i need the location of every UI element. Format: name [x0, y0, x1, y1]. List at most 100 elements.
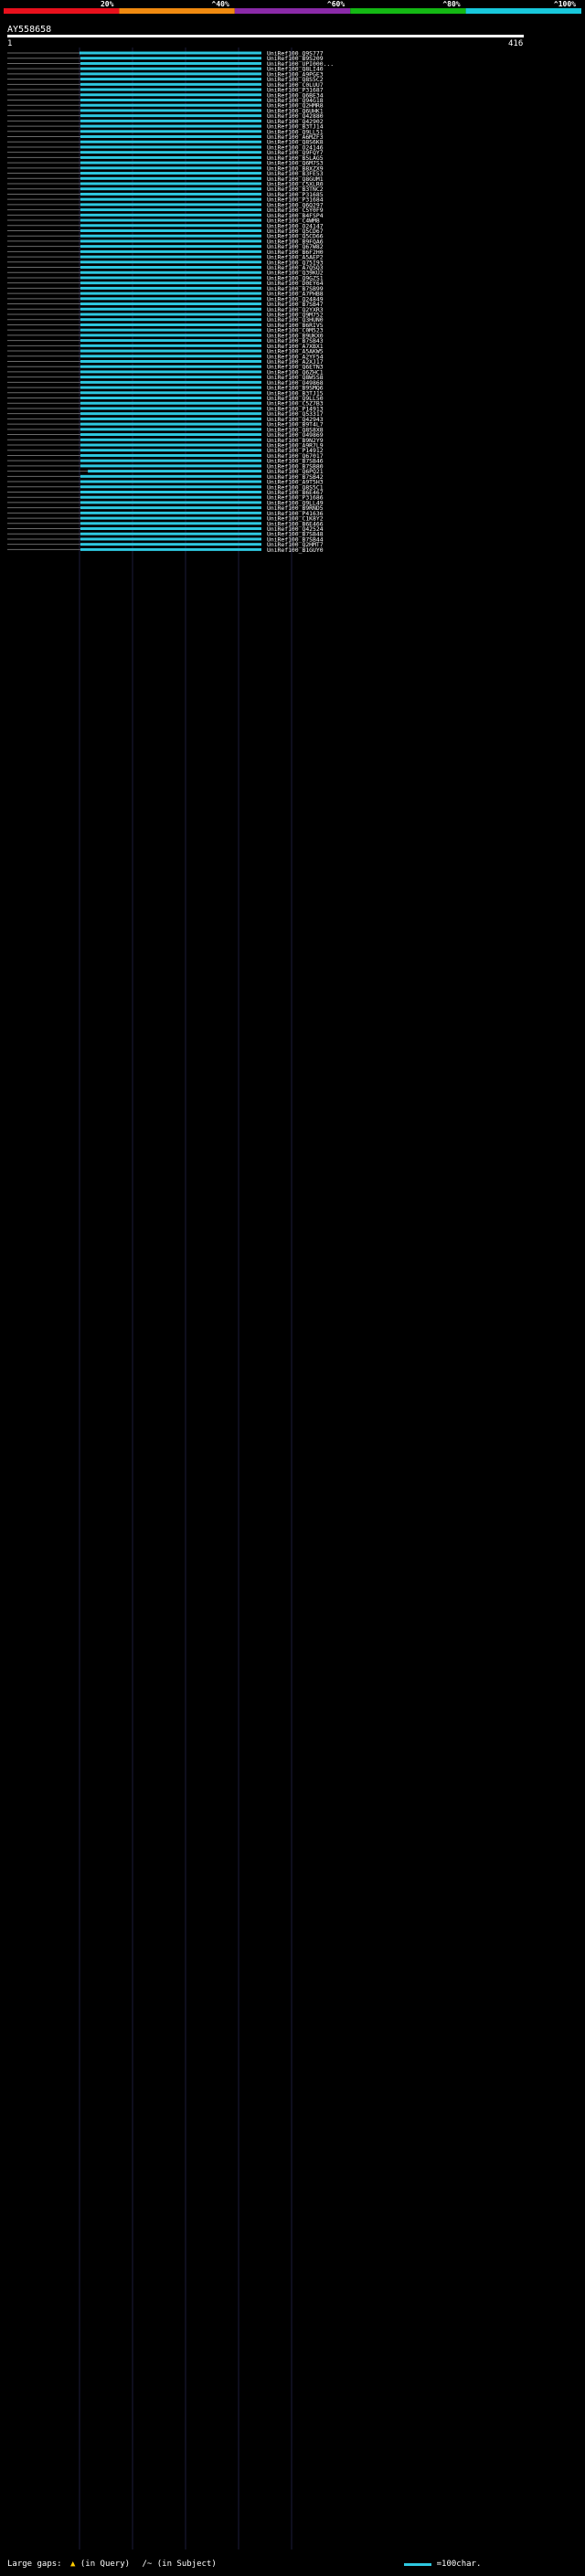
hit-bar[interactable] — [80, 428, 261, 431]
hit-bar[interactable] — [80, 166, 261, 170]
hit-bar[interactable] — [80, 276, 261, 280]
hit-bar[interactable] — [80, 349, 261, 353]
hit-bar[interactable] — [80, 532, 261, 535]
hit-bar[interactable] — [80, 412, 261, 416]
hit-bar[interactable] — [80, 449, 261, 452]
hit-bar[interactable] — [80, 547, 261, 551]
hit-bar[interactable] — [80, 281, 261, 285]
hit-bar[interactable] — [80, 208, 261, 212]
hit-bar[interactable] — [80, 203, 261, 207]
hit-bar[interactable] — [80, 459, 261, 462]
hit-bar[interactable] — [80, 313, 261, 316]
hit-bar[interactable] — [80, 213, 261, 217]
hit-bar[interactable] — [80, 474, 261, 478]
hit-bar[interactable] — [80, 464, 261, 468]
hit-bar[interactable] — [80, 501, 261, 504]
hit-bar[interactable] — [80, 140, 261, 143]
hit-bar[interactable] — [80, 370, 261, 374]
hit-bar[interactable] — [80, 527, 261, 531]
hit-bar[interactable] — [80, 130, 261, 133]
hit-bar[interactable] — [80, 187, 261, 191]
hit-bar[interactable] — [80, 380, 261, 384]
hit-bar[interactable] — [80, 161, 261, 164]
hit-bar[interactable] — [80, 543, 261, 546]
hit-bar[interactable] — [80, 245, 261, 249]
hit-bar[interactable] — [80, 176, 261, 180]
hit-bar[interactable] — [80, 292, 261, 295]
hit-bar[interactable] — [80, 359, 261, 363]
hit-bar[interactable] — [80, 334, 261, 337]
hit-bar[interactable] — [80, 506, 261, 510]
hit-bar[interactable] — [80, 302, 261, 306]
hit-bar[interactable] — [80, 145, 261, 149]
hit-bar[interactable] — [80, 249, 261, 253]
hit-bar[interactable] — [80, 51, 261, 55]
hit-bar[interactable] — [80, 192, 261, 196]
hit-bar[interactable] — [80, 386, 261, 389]
hit-bar[interactable] — [80, 422, 261, 426]
hit-bar[interactable] — [80, 438, 261, 441]
hit-bar[interactable] — [80, 485, 261, 489]
hit-bar[interactable] — [80, 286, 261, 290]
hit-bar[interactable] — [80, 124, 261, 128]
hit-bar[interactable] — [80, 98, 261, 101]
hit-bar[interactable] — [80, 339, 261, 343]
hit-bar[interactable] — [80, 522, 261, 525]
hit-bar[interactable] — [80, 270, 261, 274]
hit-bar[interactable] — [80, 239, 261, 243]
hit-bar[interactable] — [80, 67, 261, 70]
hit-bar[interactable] — [80, 109, 261, 112]
hit-bar[interactable] — [80, 266, 261, 270]
hit-bar[interactable] — [80, 495, 261, 499]
hit-bar[interactable] — [80, 155, 261, 159]
hit-bar[interactable] — [80, 228, 261, 232]
hit-bar[interactable] — [80, 516, 261, 520]
hit-bar[interactable] — [80, 72, 261, 76]
hit-bar[interactable] — [80, 537, 261, 541]
hit-bar[interactable] — [80, 328, 261, 332]
hit-bar[interactable] — [80, 417, 261, 420]
hit-bar[interactable] — [80, 218, 261, 222]
hit-bar[interactable] — [80, 61, 261, 65]
hit-bar[interactable] — [80, 197, 261, 201]
hit-bar[interactable] — [80, 224, 261, 228]
hit-bar[interactable] — [88, 470, 261, 473]
hit-bar[interactable] — [80, 82, 261, 86]
hit-bar[interactable] — [80, 490, 261, 493]
hit-bar[interactable] — [80, 355, 261, 358]
hit-bar[interactable] — [80, 433, 261, 437]
hit-bar[interactable] — [80, 391, 261, 395]
hit-bar[interactable] — [80, 307, 261, 311]
hit-bar[interactable] — [80, 323, 261, 326]
hit-label[interactable]: UniRef100_B1GUY0 — [267, 546, 324, 554]
hit-bar[interactable] — [80, 114, 261, 118]
hit-row[interactable]: UniRef100_B1GUY0 — [7, 546, 324, 554]
hit-bar[interactable] — [80, 297, 261, 301]
hit-bar[interactable] — [80, 260, 261, 264]
hit-bar[interactable] — [80, 103, 261, 107]
hit-bar[interactable] — [80, 172, 261, 175]
hit-bar[interactable] — [80, 318, 261, 322]
hit-bar[interactable] — [80, 480, 261, 483]
hit-bar[interactable] — [80, 119, 261, 122]
hit-bar[interactable] — [80, 407, 261, 410]
hit-bar[interactable] — [80, 397, 261, 400]
hit-bar[interactable] — [80, 443, 261, 447]
hit-bar[interactable] — [80, 234, 261, 238]
hit-bar[interactable] — [80, 151, 261, 154]
hit-bar[interactable] — [80, 57, 261, 60]
legend-large-gaps: Large gaps: — [7, 2560, 62, 2569]
hit-bar[interactable] — [80, 78, 261, 81]
hit-bar[interactable] — [80, 93, 261, 97]
hit-bar[interactable] — [80, 401, 261, 405]
hit-bar[interactable] — [80, 182, 261, 186]
hit-bar[interactable] — [80, 344, 261, 347]
hit-bar[interactable] — [80, 365, 261, 368]
hit-bar[interactable] — [80, 255, 261, 259]
hit-bar[interactable] — [80, 511, 261, 514]
hit-bar[interactable] — [80, 376, 261, 379]
legend-gap-subject-icon: /~ — [142, 2560, 153, 2569]
hit-bar[interactable] — [80, 135, 261, 139]
hit-bar[interactable] — [80, 453, 261, 457]
hit-bar[interactable] — [80, 88, 261, 91]
